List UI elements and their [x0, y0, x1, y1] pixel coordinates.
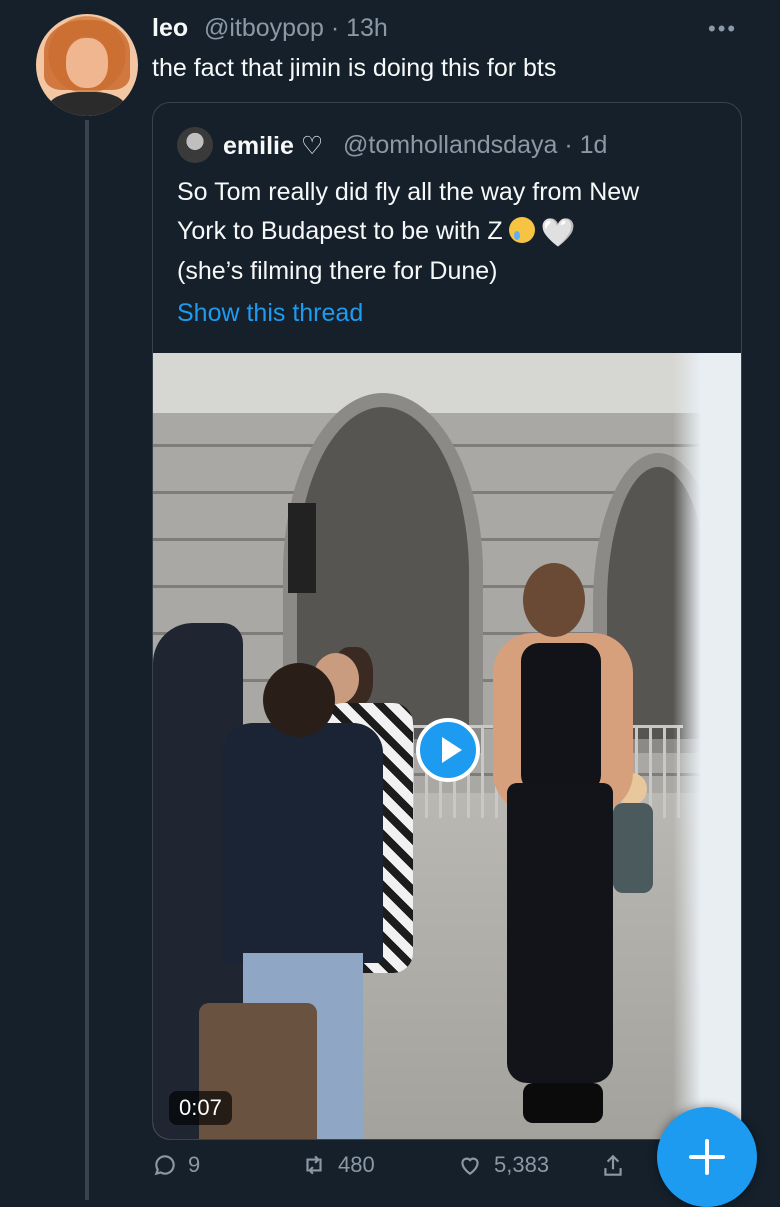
more-horizontal-icon[interactable]: •••	[708, 16, 737, 42]
reply-count: 9	[188, 1152, 201, 1177]
heart-icon	[461, 1157, 479, 1175]
author-name[interactable]: leo	[152, 14, 188, 43]
video-duration: 0:07	[169, 1091, 232, 1125]
white-heart-emoji-icon: 🤍	[540, 217, 576, 248]
retweet-count: 480	[338, 1152, 375, 1177]
quoted-text-line-2-text: York to Budapest to be with Z	[177, 217, 503, 245]
avatar-body	[48, 92, 126, 116]
avatar-face	[66, 38, 108, 88]
like-button[interactable]: 5,383	[456, 1152, 549, 1178]
retweet-button[interactable]: 480	[300, 1152, 375, 1178]
person-head	[263, 663, 335, 737]
compose-tweet-button[interactable]	[657, 1107, 757, 1207]
quoted-tweet-text: So Tom really did fly all the way from N…	[177, 173, 737, 291]
video-scene-sky	[153, 353, 741, 413]
video-person-girl	[493, 563, 633, 1139]
person-top	[521, 643, 601, 793]
share-icon	[604, 1154, 622, 1176]
person-pants	[507, 783, 613, 1083]
reply-button[interactable]: 9	[152, 1152, 200, 1178]
quoted-author-handle: @tomhollandsdaya · 1d	[343, 131, 608, 159]
plus-icon-vertical	[705, 1139, 709, 1175]
video-scene-door	[288, 503, 316, 593]
author-avatar[interactable]	[36, 14, 138, 116]
person-head	[523, 563, 585, 637]
video-foreground-blur	[673, 353, 741, 1139]
like-count: 5,383	[494, 1152, 550, 1177]
play-icon	[442, 737, 462, 763]
reply-icon	[154, 1155, 175, 1176]
person-shirt	[223, 723, 383, 963]
video-player[interactable]: 0:07	[153, 353, 741, 1139]
crying-face-emoji-icon	[508, 217, 535, 243]
play-button[interactable]	[416, 718, 480, 782]
retweet-icon	[306, 1155, 322, 1175]
quoted-text-line-3: (she’s filming there for Dune)	[177, 257, 498, 285]
show-thread-link[interactable]: Show this thread	[177, 299, 363, 328]
person-feet	[523, 1083, 603, 1123]
tweet-text: the fact that jimin is doing this for bt…	[152, 54, 557, 82]
author-handle[interactable]: @itboypop · 13h	[204, 14, 388, 43]
quoted-tweet-card[interactable]: emilie ♡ @tomhollandsdaya · 1d So Tom re…	[152, 102, 742, 1140]
quoted-author-avatar	[177, 127, 213, 163]
quoted-author-name: emilie ♡	[223, 132, 324, 160]
quoted-text-line-2: York to Budapest to be with Z 🤍	[177, 212, 737, 252]
thread-line	[85, 120, 89, 1200]
share-button[interactable]	[600, 1152, 636, 1180]
quoted-text-line-1: So Tom really did fly all the way from N…	[177, 178, 640, 206]
